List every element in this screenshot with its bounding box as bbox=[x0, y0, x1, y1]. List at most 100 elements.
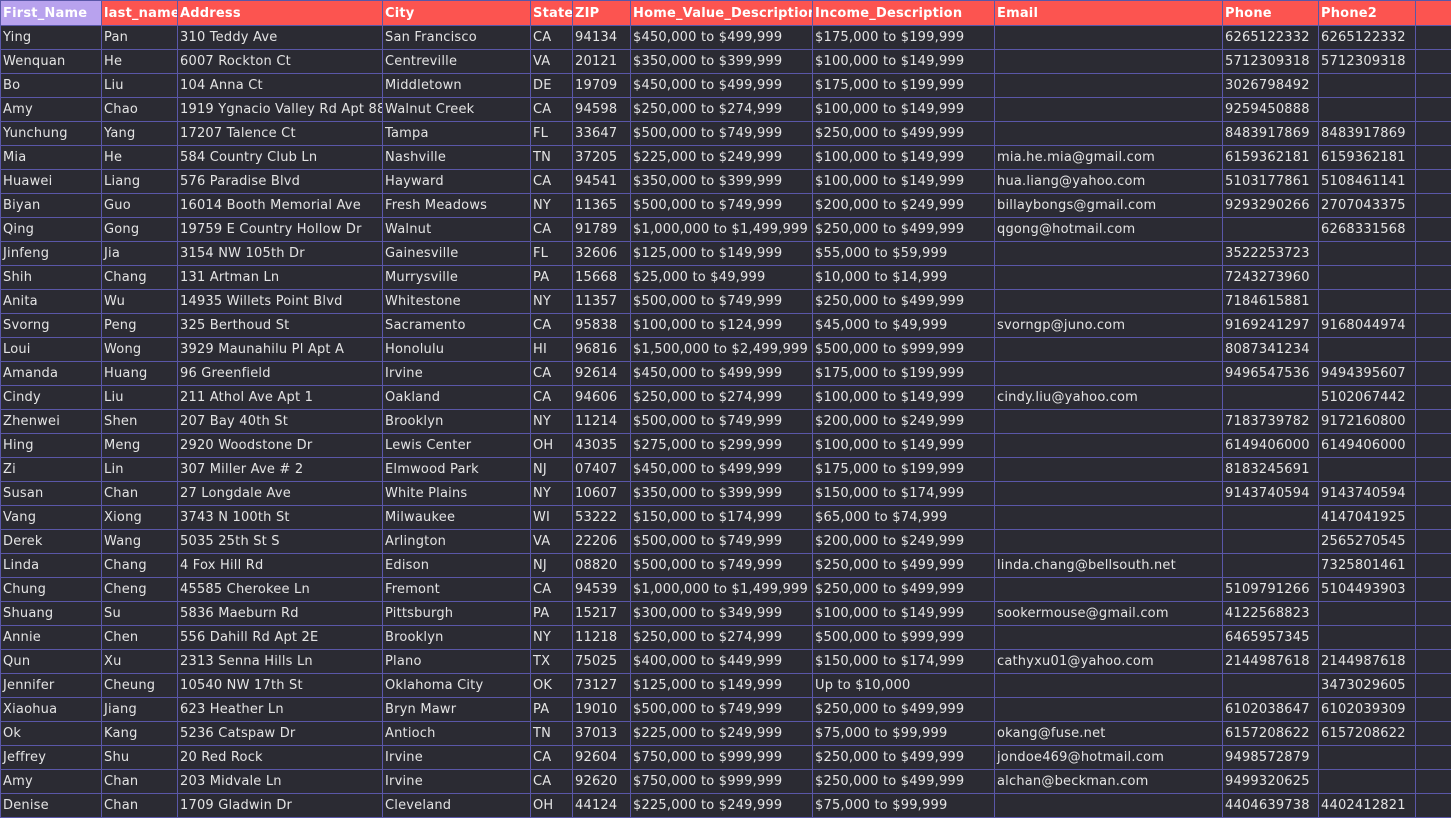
grid-cell[interactable]: 32606 bbox=[573, 242, 631, 266]
grid-cell[interactable]: Ok bbox=[1, 722, 102, 746]
grid-cell[interactable]: qgong@hotmail.com bbox=[995, 218, 1223, 242]
grid-cell[interactable]: CA bbox=[531, 578, 573, 602]
grid-cell[interactable]: 9172160800 bbox=[1319, 410, 1416, 434]
grid-cell[interactable]: Arlington bbox=[383, 530, 531, 554]
grid-cell[interactable]: Qing bbox=[1, 218, 102, 242]
grid-cell[interactable] bbox=[1416, 290, 1451, 314]
grid-cell[interactable]: 207 Bay 40th St bbox=[178, 410, 383, 434]
grid-cell[interactable] bbox=[1223, 674, 1319, 698]
grid-cell[interactable]: Biyan bbox=[1, 194, 102, 218]
grid-cell[interactable] bbox=[995, 50, 1223, 74]
grid-cell[interactable]: 3026798492 bbox=[1223, 74, 1319, 98]
grid-cell[interactable]: Gainesville bbox=[383, 242, 531, 266]
grid-cell[interactable]: 325 Berthoud St bbox=[178, 314, 383, 338]
grid-cell[interactable]: hua.liang@yahoo.com bbox=[995, 170, 1223, 194]
grid-cell[interactable]: CA bbox=[531, 746, 573, 770]
grid-cell[interactable]: Irvine bbox=[383, 362, 531, 386]
grid-cell[interactable]: $750,000 to $999,999 bbox=[631, 770, 813, 794]
grid-cell[interactable]: $350,000 to $399,999 bbox=[631, 50, 813, 74]
grid-cell[interactable]: $100,000 to $149,999 bbox=[813, 434, 995, 458]
grid-cell[interactable]: 4402412821 bbox=[1319, 794, 1416, 818]
grid-cell[interactable]: $1,500,000 to $2,499,999 bbox=[631, 338, 813, 362]
grid-cell[interactable]: Shih bbox=[1, 266, 102, 290]
grid-cell[interactable] bbox=[1416, 242, 1451, 266]
grid-cell[interactable] bbox=[1416, 698, 1451, 722]
grid-cell[interactable] bbox=[995, 338, 1223, 362]
grid-cell[interactable]: 91789 bbox=[573, 218, 631, 242]
grid-cell[interactable]: 6102039309 bbox=[1319, 698, 1416, 722]
grid-cell[interactable] bbox=[1416, 266, 1451, 290]
grid-cell[interactable] bbox=[1416, 578, 1451, 602]
grid-cell[interactable]: 4122568823 bbox=[1223, 602, 1319, 626]
grid-cell[interactable]: Zi bbox=[1, 458, 102, 482]
grid-cell[interactable]: 92604 bbox=[573, 746, 631, 770]
grid-cell[interactable]: Fremont bbox=[383, 578, 531, 602]
grid-cell[interactable]: alchan@beckman.com bbox=[995, 770, 1223, 794]
grid-cell[interactable] bbox=[1416, 50, 1451, 74]
grid-cell[interactable]: $100,000 to $149,999 bbox=[813, 386, 995, 410]
grid-cell[interactable]: $65,000 to $74,999 bbox=[813, 506, 995, 530]
grid-cell[interactable] bbox=[1416, 602, 1451, 626]
grid-cell[interactable]: NJ bbox=[531, 458, 573, 482]
grid-cell[interactable]: 6157208622 bbox=[1319, 722, 1416, 746]
grid-cell[interactable]: Oakland bbox=[383, 386, 531, 410]
grid-cell[interactable]: Meng bbox=[102, 434, 178, 458]
grid-cell[interactable]: $1,000,000 to $1,499,999 bbox=[631, 578, 813, 602]
grid-cell[interactable]: $150,000 to $174,999 bbox=[631, 506, 813, 530]
grid-cell[interactable] bbox=[995, 434, 1223, 458]
grid-cell[interactable]: FL bbox=[531, 122, 573, 146]
grid-cell[interactable]: FL bbox=[531, 242, 573, 266]
grid-cell[interactable] bbox=[1416, 98, 1451, 122]
grid-cell[interactable]: 11365 bbox=[573, 194, 631, 218]
grid-cell[interactable]: Cleveland bbox=[383, 794, 531, 818]
grid-cell[interactable]: Jeffrey bbox=[1, 746, 102, 770]
grid-cell[interactable]: 22206 bbox=[573, 530, 631, 554]
grid-cell[interactable]: $250,000 to $499,999 bbox=[813, 290, 995, 314]
grid-cell[interactable]: VA bbox=[531, 50, 573, 74]
grid-cell[interactable]: TN bbox=[531, 722, 573, 746]
grid-cell[interactable]: 5102067442 bbox=[1319, 386, 1416, 410]
grid-cell[interactable]: $400,000 to $449,999 bbox=[631, 650, 813, 674]
grid-cell[interactable] bbox=[1416, 338, 1451, 362]
grid-cell[interactable]: Zhenwei bbox=[1, 410, 102, 434]
grid-cell[interactable]: 7183739782 bbox=[1223, 410, 1319, 434]
grid-cell[interactable] bbox=[1416, 170, 1451, 194]
grid-cell[interactable]: 20 Red Rock bbox=[178, 746, 383, 770]
grid-cell[interactable]: NJ bbox=[531, 554, 573, 578]
grid-cell[interactable] bbox=[1319, 746, 1416, 770]
grid-cell[interactable]: $450,000 to $499,999 bbox=[631, 458, 813, 482]
grid-cell[interactable]: Murrysville bbox=[383, 266, 531, 290]
grid-cell[interactable]: $175,000 to $199,999 bbox=[813, 74, 995, 98]
grid-cell[interactable] bbox=[1416, 362, 1451, 386]
grid-cell[interactable]: $150,000 to $174,999 bbox=[813, 650, 995, 674]
grid-cell[interactable]: svorngp@juno.com bbox=[995, 314, 1223, 338]
grid-cell[interactable]: $250,000 to $274,999 bbox=[631, 98, 813, 122]
grid-cell[interactable]: 556 Dahill Rd Apt 2E bbox=[178, 626, 383, 650]
grid-cell[interactable]: Chung bbox=[1, 578, 102, 602]
grid-cell[interactable]: Amy bbox=[1, 98, 102, 122]
grid-cell[interactable] bbox=[995, 26, 1223, 50]
grid-cell[interactable] bbox=[1416, 26, 1451, 50]
grid-cell[interactable]: NY bbox=[531, 482, 573, 506]
grid-cell[interactable]: Ying bbox=[1, 26, 102, 50]
grid-cell[interactable]: White Plains bbox=[383, 482, 531, 506]
grid-cell[interactable] bbox=[1319, 74, 1416, 98]
grid-cell[interactable]: 310 Teddy Ave bbox=[178, 26, 383, 50]
grid-cell[interactable] bbox=[1223, 554, 1319, 578]
grid-cell[interactable]: Amanda bbox=[1, 362, 102, 386]
grid-cell[interactable]: 5109791266 bbox=[1223, 578, 1319, 602]
grid-cell[interactable] bbox=[1416, 626, 1451, 650]
grid-cell[interactable]: 623 Heather Ln bbox=[178, 698, 383, 722]
grid-cell[interactable]: TX bbox=[531, 650, 573, 674]
grid-cell[interactable]: Brooklyn bbox=[383, 410, 531, 434]
grid-cell[interactable]: 3154 NW 105th Dr bbox=[178, 242, 383, 266]
grid-cell[interactable]: $750,000 to $999,999 bbox=[631, 746, 813, 770]
grid-cell[interactable]: $300,000 to $349,999 bbox=[631, 602, 813, 626]
grid-cell[interactable] bbox=[995, 98, 1223, 122]
grid-cell[interactable]: 211 Athol Ave Apt 1 bbox=[178, 386, 383, 410]
grid-cell[interactable]: $225,000 to $249,999 bbox=[631, 794, 813, 818]
grid-cell[interactable]: 3522253723 bbox=[1223, 242, 1319, 266]
grid-cell[interactable]: PA bbox=[531, 602, 573, 626]
grid-cell[interactable]: 9499320625 bbox=[1223, 770, 1319, 794]
grid-cell[interactable]: 5712309318 bbox=[1223, 50, 1319, 74]
